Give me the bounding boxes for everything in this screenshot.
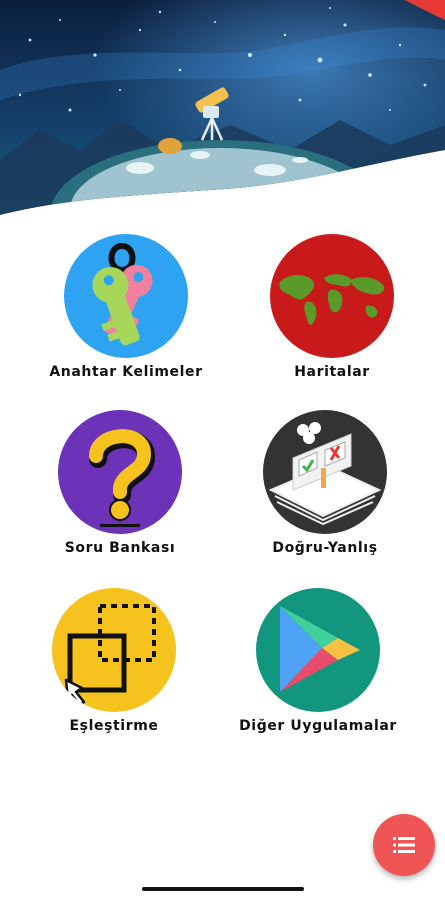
tile-haritalar[interactable]: Haritalar [232, 234, 432, 380]
menu-fab-button[interactable] [373, 814, 435, 876]
tile-label: Soru Bankası [64, 540, 176, 556]
tile-eslestirme[interactable]: Eşleştirme [14, 588, 214, 734]
true-false-icon [263, 410, 387, 534]
tile-diger-uygulamalar[interactable]: Diğer Uygulamalar [218, 588, 418, 734]
home-indicator[interactable] [142, 887, 304, 891]
tile-soru-bankasi[interactable]: Soru Bankası [20, 410, 220, 556]
drag-match-icon [52, 588, 176, 712]
play-store-icon [256, 588, 380, 712]
tile-label: Doğru-Yanlış [272, 540, 378, 556]
hero-banner [0, 0, 445, 230]
tile-label: Anahtar Kelimeler [49, 364, 203, 380]
question-mark-icon [58, 410, 182, 534]
keys-icon [64, 234, 188, 358]
list-icon [393, 837, 415, 853]
tile-anahtar-kelimeler[interactable]: Anahtar Kelimeler [26, 234, 226, 380]
tile-label: Diğer Uygulamalar [239, 718, 397, 734]
tile-label: Haritalar [294, 364, 370, 380]
tile-dogru-yanlis[interactable]: Doğru-Yanlış [225, 410, 425, 556]
world-map-icon [270, 234, 394, 358]
tile-label: Eşleştirme [69, 718, 159, 734]
